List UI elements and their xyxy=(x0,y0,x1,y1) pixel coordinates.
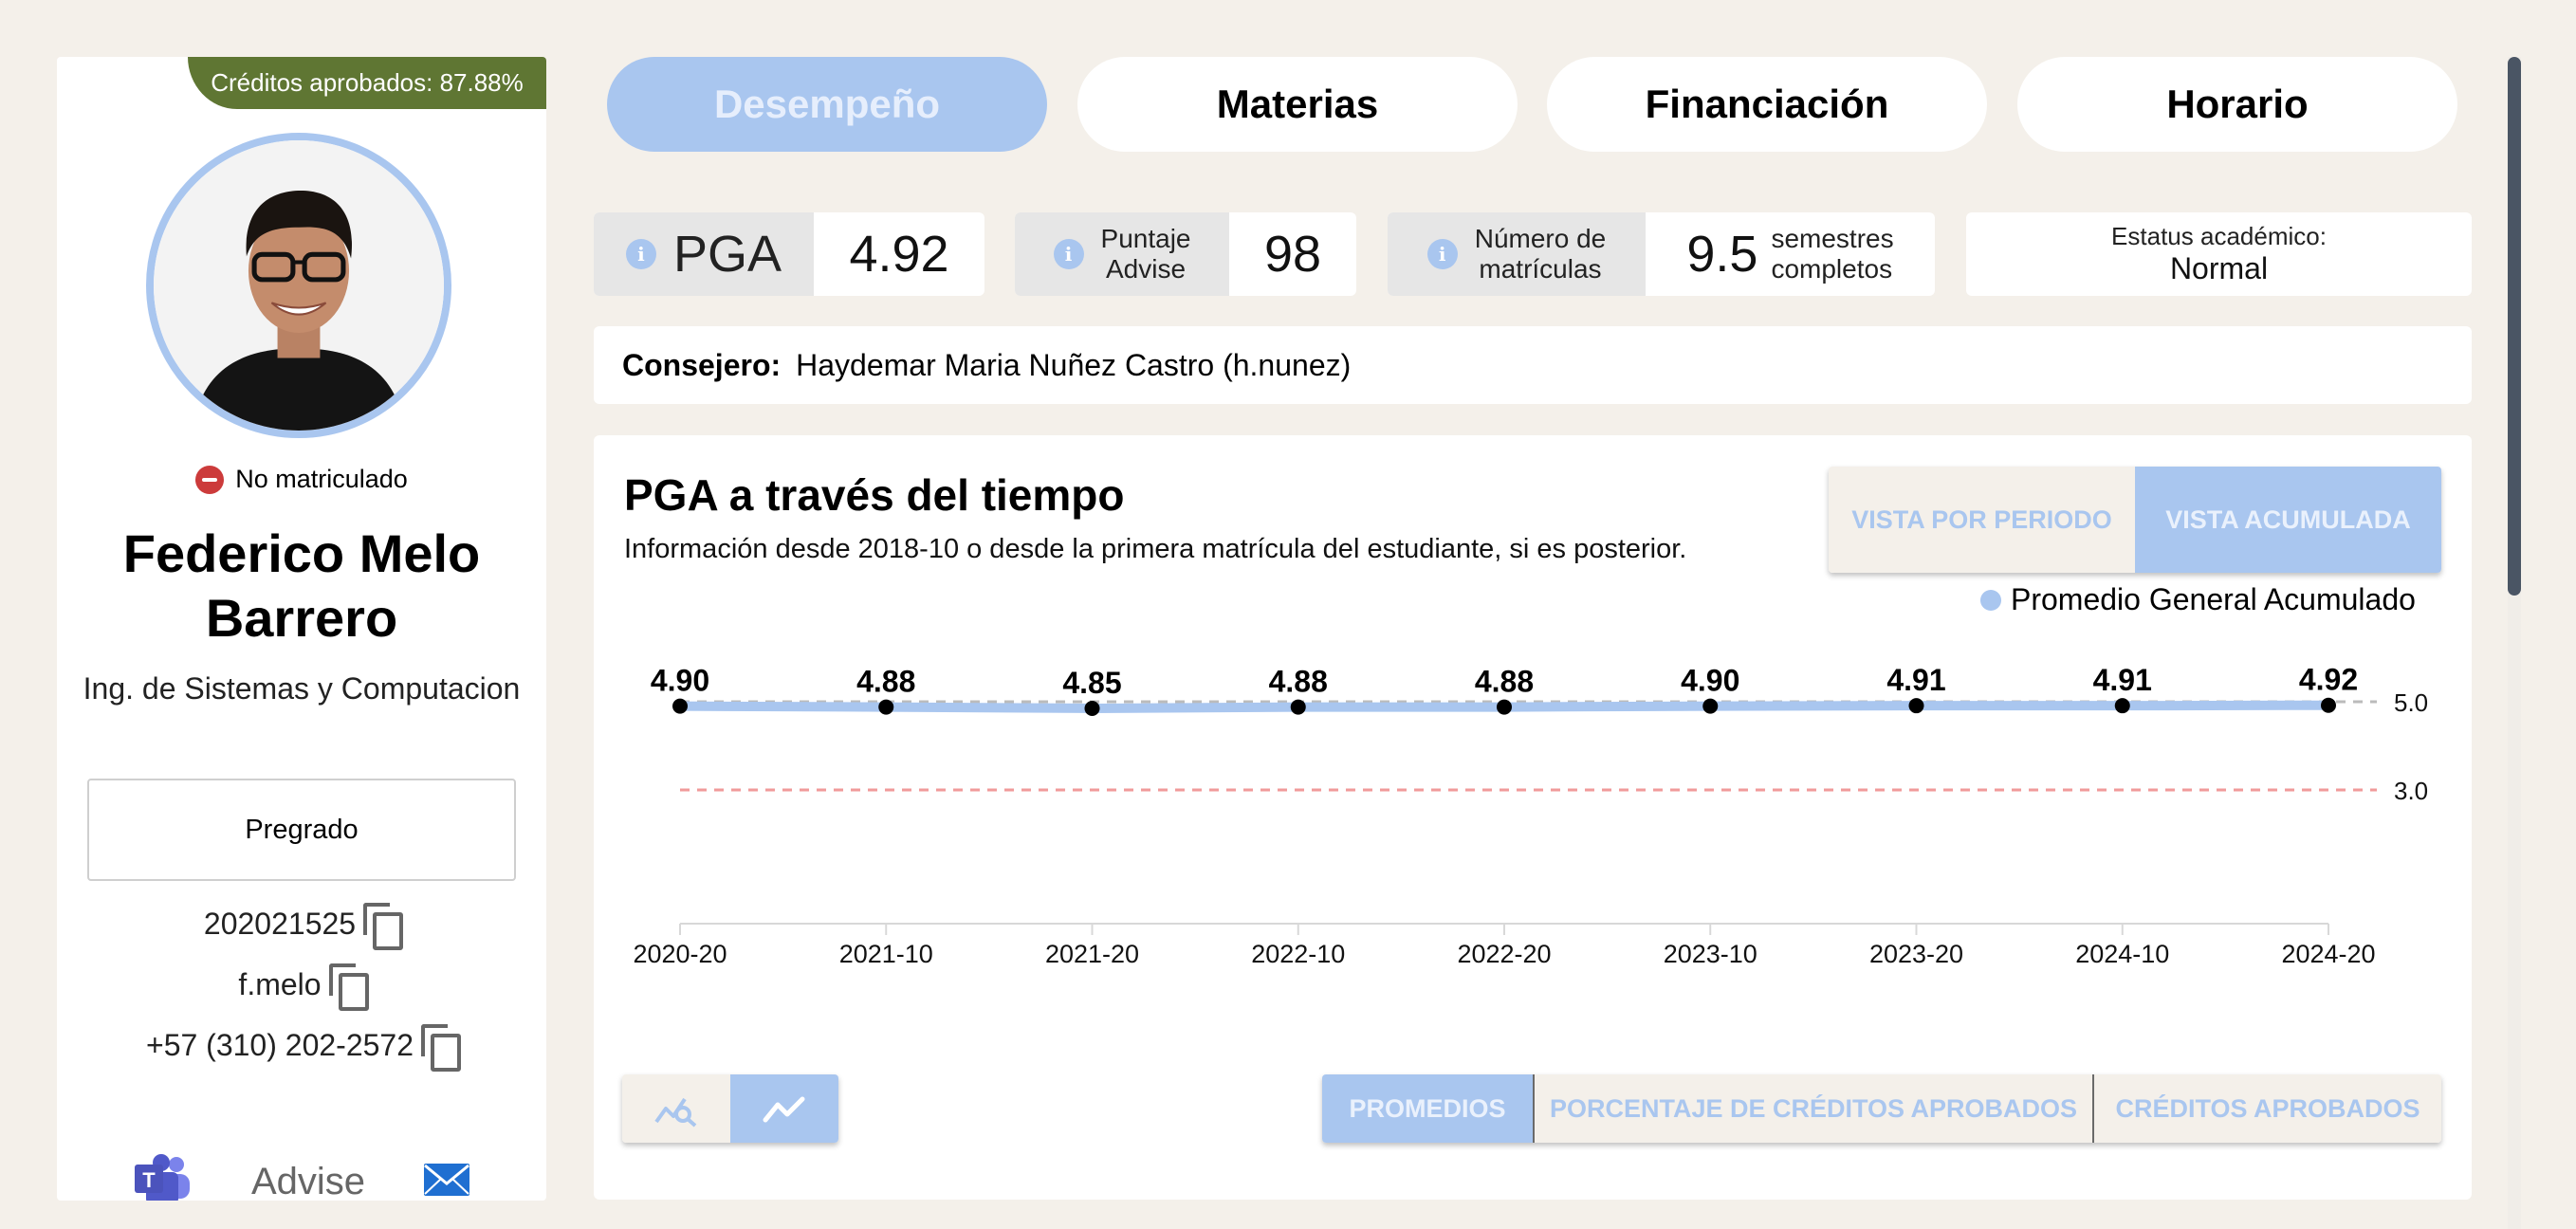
data-point xyxy=(878,699,894,715)
advise-score-stat: i Puntaje Advise 98 xyxy=(1015,212,1356,296)
academic-status-label: Estatus académico: xyxy=(2111,222,2327,250)
not-enrolled-icon xyxy=(195,465,225,494)
pga-value: 4.92 xyxy=(849,226,949,283)
advise-score-value: 98 xyxy=(1263,226,1322,283)
data-point xyxy=(1702,698,1719,714)
copy-icon[interactable] xyxy=(363,903,404,950)
pga-chart-card: 5.0 3.0 2020-20 2021-10 2021-20 2022-10 2022-2… xyxy=(594,435,2472,1200)
copy-icon[interactable] xyxy=(421,1024,461,1072)
x-tick-label: 2022-20 xyxy=(1457,940,1551,968)
tab-horario[interactable]: Horario xyxy=(2017,57,2457,152)
tab-desempeno[interactable]: Desempeño xyxy=(607,57,1047,152)
chart-mode-toggle xyxy=(622,1074,838,1143)
x-tick-label: 2024-20 xyxy=(2281,940,2375,968)
username-row: f.melo xyxy=(57,963,546,1011)
x-tick-label: 2022-10 xyxy=(1251,940,1345,968)
academic-level: Pregrado xyxy=(87,779,516,881)
contact-links: T Advise xyxy=(57,1147,546,1201)
copy-icon[interactable] xyxy=(328,963,369,1011)
svg-text:T: T xyxy=(143,1168,156,1192)
data-label: 4.85 xyxy=(1062,666,1121,700)
x-tick-label: 2021-20 xyxy=(1045,940,1139,968)
data-point xyxy=(2321,697,2336,713)
enrollments-label-line2: matrículas xyxy=(1479,254,1602,284)
username: f.melo xyxy=(238,966,322,1001)
data-point xyxy=(1497,699,1512,715)
student-profile-card: Créditos aprobados: 87.88% No matriculad… xyxy=(57,57,546,1201)
x-tick-label: 2024-10 xyxy=(2075,940,2169,968)
data-label: 4.91 xyxy=(2093,663,2152,697)
data-point xyxy=(2114,698,2130,714)
data-label: 4.90 xyxy=(1681,664,1739,698)
enrollments-label-line1: Número de xyxy=(1474,224,1607,253)
student-name: Federico Melo Barrero xyxy=(122,523,481,648)
credits-approved-badge: Créditos aprobados: 87.88% xyxy=(188,57,546,109)
data-label: 4.92 xyxy=(2299,663,2358,697)
enrollment-status-label: No matriculado xyxy=(235,465,408,493)
chart-legend: Promedio General Acumulado xyxy=(1980,582,2416,617)
x-tick-label: 2021-10 xyxy=(839,940,933,968)
chart-subtitle: Información desde 2018-10 o desde la pri… xyxy=(624,534,1687,564)
info-icon[interactable]: i xyxy=(1426,239,1458,269)
info-icon[interactable]: i xyxy=(1053,239,1084,269)
mail-icon[interactable] xyxy=(423,1163,470,1201)
enrollments-value: 9.5 xyxy=(1686,226,1758,283)
view-by-period-button[interactable]: VISTA POR PERIODO xyxy=(1829,467,2135,573)
tab-materias[interactable]: Materias xyxy=(1077,57,1518,152)
enrollments-suffix-line1: semestres xyxy=(1771,224,1894,253)
data-label: 4.90 xyxy=(651,664,709,698)
enrollments-stat: i Número de matrículas 9.5 semestres com… xyxy=(1388,212,1935,296)
metric-toggle: PROMEDIOS PORCENTAJE DE CRÉDITOS APROBAD… xyxy=(1322,1074,2441,1143)
pga-label: PGA xyxy=(672,226,782,283)
data-label: 4.88 xyxy=(1475,665,1534,699)
info-icon[interactable]: i xyxy=(625,239,656,269)
student-program: Ing. de Sistemas y Computacion xyxy=(83,671,521,706)
credits-percentage-button[interactable]: PORCENTAJE DE CRÉDITOS APROBADOS xyxy=(1533,1074,2092,1143)
teams-icon[interactable]: T xyxy=(133,1153,193,1201)
x-tick-label: 2023-10 xyxy=(1664,940,1757,968)
data-point xyxy=(1084,700,1100,716)
x-tick-label: 2023-20 xyxy=(1869,940,1963,968)
legend-label: Promedio General Acumulado xyxy=(2011,582,2416,616)
academic-status-stat: Estatus académico: Normal xyxy=(1966,212,2472,296)
chart-title: PGA a través del tiempo xyxy=(624,470,1125,520)
data-point xyxy=(1908,698,1924,714)
advise-link[interactable]: Advise xyxy=(251,1161,365,1201)
data-point xyxy=(1290,699,1306,715)
legend-marker xyxy=(1980,589,2001,611)
reference-line-label: 3.0 xyxy=(2394,777,2428,805)
advisor-label: Consejero: xyxy=(622,347,782,382)
x-tick-label: 2020-20 xyxy=(633,940,727,968)
academic-status-value: Normal xyxy=(2169,251,2269,285)
student-id-row: 202021525 xyxy=(57,903,546,950)
view-toggle: VISTA POR PERIODO VISTA ACUMULADA xyxy=(1829,467,2441,573)
data-label: 4.91 xyxy=(1886,663,1945,697)
averages-button[interactable]: PROMEDIOS xyxy=(1322,1074,1533,1143)
cumulative-view-button[interactable]: VISTA ACUMULADA xyxy=(2135,467,2441,573)
advisor-name: Haydemar Maria Nuñez Castro (h.nunez) xyxy=(796,347,1352,382)
data-point xyxy=(672,698,688,714)
data-label: 4.88 xyxy=(1269,665,1328,699)
advise-score-label-line1: Puntaje xyxy=(1100,224,1191,253)
data-label: 4.88 xyxy=(856,665,915,699)
line-chart-icon[interactable] xyxy=(730,1074,838,1143)
chart-search-icon[interactable] xyxy=(622,1074,730,1143)
avatar xyxy=(146,133,451,438)
advisor-bar: Consejero: Haydemar Maria Nuñez Castro (… xyxy=(594,326,2472,404)
enrollments-suffix-line2: completos xyxy=(1771,254,1893,284)
enrollment-status: No matriculado xyxy=(57,465,546,494)
phone-number: +57 (310) 202-2572 xyxy=(146,1027,414,1062)
approved-credits-button[interactable]: CRÉDITOS APROBADOS xyxy=(2092,1074,2441,1143)
scrollbar-thumb[interactable] xyxy=(2508,57,2521,596)
reference-line-label: 5.0 xyxy=(2394,688,2428,717)
page-scrollbar[interactable] xyxy=(2508,57,2521,1229)
tab-financiacion[interactable]: Financiación xyxy=(1547,57,1987,152)
pga-stat: i PGA 4.92 xyxy=(594,212,984,296)
student-id: 202021525 xyxy=(203,906,357,941)
student-photo xyxy=(154,140,444,431)
advise-score-label-line2: Advise xyxy=(1105,254,1187,284)
phone-row: +57 (310) 202-2572 xyxy=(57,1024,546,1072)
